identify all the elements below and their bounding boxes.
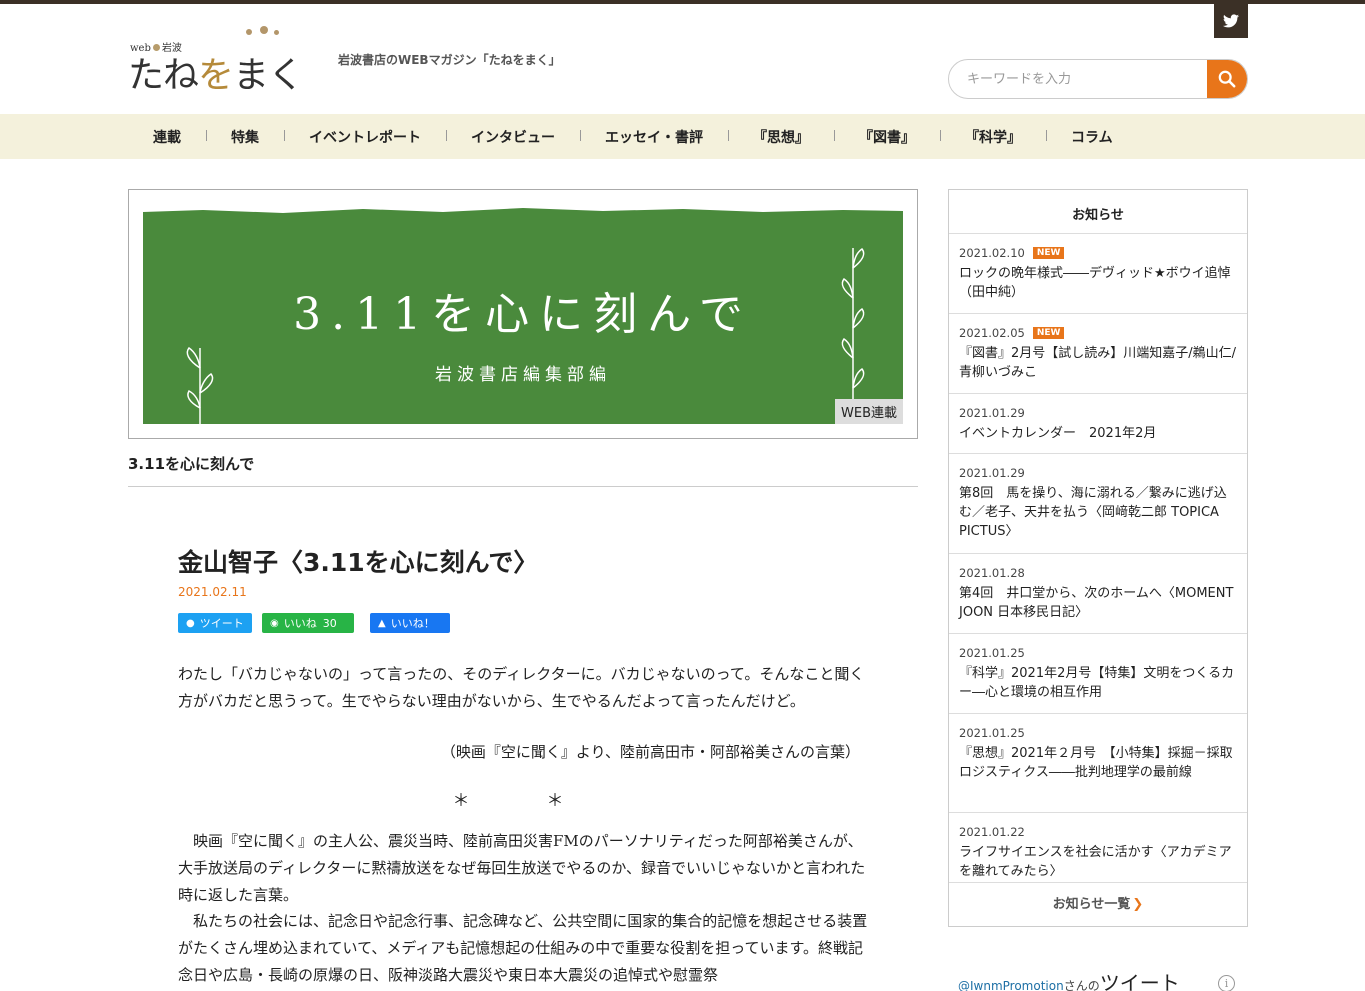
news-title: ライフサイエンスを社会に活かす〈アカデミアを離れてみたら〉 — [959, 845, 1232, 879]
twitter-feed-label: ツイート — [1099, 971, 1180, 991]
nav-item-tosho[interactable]: 『図書』 — [834, 127, 940, 147]
top-accent-bar — [0, 0, 1365, 4]
new-badge: NEW — [1032, 247, 1065, 259]
section-separator: ＊ ＊ — [452, 791, 594, 811]
twitter-feed-suffix: さんの — [1063, 979, 1100, 991]
main-nav: 連載 特集 イベントレポート インタビュー エッセイ・書評 『思想』 『図書』 … — [0, 114, 1365, 159]
news-title: 第8回 馬を操り、海に溺れる／繋みに逃げ込む／老子、天井を払う〈岡﨑乾二郎 TO… — [959, 486, 1227, 539]
line-like-button[interactable]: ◉ いいね 30 — [262, 613, 354, 633]
news-date: 2021.01.29 — [959, 406, 1025, 420]
thumbs-up-icon: ▲ — [378, 617, 386, 629]
banner-title: 3.11を心に刻んで — [293, 289, 753, 340]
series-banner[interactable]: 3.11を心に刻んで 岩波書店編集部編 WEB連載 — [128, 189, 918, 439]
news-date: 2021.01.28 — [959, 566, 1025, 580]
news-list-label: お知らせ一覧 — [1052, 897, 1131, 912]
news-heading: お知らせ — [1072, 208, 1124, 223]
twitter-account-link[interactable]: @IwnmPromotion — [958, 979, 1064, 991]
nav-item-series[interactable]: 連載 — [128, 127, 206, 147]
news-date: 2021.01.29 — [959, 466, 1025, 480]
news-title: ロックの晩年様式――デヴィッド★ボウイ追悼（田中純） — [959, 266, 1231, 300]
search-input[interactable] — [949, 60, 1209, 98]
nav-item-kagaku[interactable]: 『科学』 — [940, 127, 1046, 147]
logo-main-text: たねをまく — [128, 55, 304, 96]
quote-citation: （映画『空に聞く』より、陸前高田市・阿部裕美さんの言葉） — [440, 743, 860, 761]
news-date: 2021.02.05 — [959, 326, 1025, 340]
news-panel: お知らせ 2021.02.10 NEW ロックの晩年様式――デヴィッド★ボウイ追悼… — [948, 189, 1248, 927]
banner-image: 3.11を心に刻んで 岩波書店編集部編 WEB連載 — [143, 208, 903, 424]
line-icon: ◉ — [270, 617, 279, 629]
line-like-count: 30 — [322, 616, 337, 630]
twitter-button[interactable] — [1214, 4, 1248, 38]
article-title: 金山智子〈3.11を心に刻んで〉 — [178, 548, 539, 577]
line-like-label: いいね — [283, 617, 317, 630]
news-title: 『科学』2021年2月号【特集】文明をつくるカー―心と環境の相互作用 — [959, 666, 1235, 700]
article-paragraph: 私たちの社会には、記念日や記念行事、記念碑など、公共空間に国家的集合的記憶を想起… — [178, 912, 868, 984]
search-button[interactable] — [1207, 60, 1247, 98]
new-badge: NEW — [1032, 327, 1065, 339]
news-item[interactable]: 2021.01.25 『思想』2021年２月号 【小特集】採掘－採取ロジスティク… — [949, 713, 1247, 812]
news-title: 第4回 井口堂から、次のホームへ〈MOMENT JOON 日本移民日記〉 — [959, 586, 1234, 620]
article-paragraph: 映画『空に聞く』の主人公、震災当時、陸前高田災害FMのパーソナリティだった阿部裕… — [178, 832, 866, 904]
news-date: 2021.01.25 — [959, 726, 1025, 740]
info-icon[interactable]: i — [1218, 975, 1235, 991]
news-date: 2021.01.22 — [959, 825, 1025, 839]
nav-item-shiso[interactable]: 『思想』 — [728, 127, 834, 147]
series-title[interactable]: 3.11を心に刻んで — [128, 453, 254, 474]
news-item[interactable]: 2021.01.29 イベントカレンダー 2021年2月 — [949, 393, 1247, 453]
article-paragraph: わたし「バカじゃないの」って言ったの、そのディレクターに。バカじゃないのって。そ… — [178, 665, 865, 710]
divider — [128, 486, 918, 487]
site-logo[interactable]: web 岩波 たねをまく — [128, 26, 308, 96]
news-date: 2021.02.10 — [959, 246, 1025, 260]
logo-seed-dot — [246, 29, 252, 35]
news-title: 『図書』2月号【試し読み】川端知嘉子/鵜山仁/青柳いづみこ — [959, 346, 1237, 380]
nav-item-interview[interactable]: インタビュー — [446, 127, 580, 147]
site-tagline: 岩波書店のWEBマガジン「たねをまく」 — [338, 53, 561, 67]
twitter-icon — [1223, 14, 1239, 28]
news-item[interactable]: 2021.01.22 ライフサイエンスを社会に活かす〈アカデミアを離れてみたら〉 — [949, 812, 1247, 892]
news-title: イベントカレンダー 2021年2月 — [959, 426, 1157, 441]
tweet-label: ツイート — [199, 617, 244, 630]
news-item[interactable]: 2021.01.25 『科学』2021年2月号【特集】文明をつくるカー―心と環境… — [949, 633, 1247, 713]
news-list-link[interactable]: お知らせ一覧 ❯ — [949, 882, 1247, 926]
news-item[interactable]: 2021.01.28 第4回 井口堂から、次のホームへ〈MOMENT JOON … — [949, 553, 1247, 633]
news-item[interactable]: 2021.02.05 NEW 『図書』2月号【試し読み】川端知嘉子/鵜山仁/青柳い… — [949, 313, 1247, 393]
twitter-feed-header: @IwnmPromotionさんのツイート — [958, 967, 1180, 991]
search-box — [948, 59, 1248, 99]
logo-seed-dot — [260, 26, 268, 34]
nav-item-column[interactable]: コラム — [1046, 127, 1138, 147]
tweet-button[interactable]: ● ツイート — [178, 613, 252, 633]
nav-item-feature[interactable]: 特集 — [206, 127, 284, 147]
news-title: 『思想』2021年２月号 【小特集】採掘－採取ロジスティクス――批判地理学の最前… — [959, 746, 1233, 780]
nav-item-essay[interactable]: エッセイ・書評 — [580, 127, 728, 147]
facebook-like-button[interactable]: ▲ いいね！ — [370, 613, 450, 633]
logo-seed-dot — [274, 30, 279, 35]
search-icon — [1218, 70, 1236, 88]
chevron-right-icon: ❯ — [1132, 897, 1144, 912]
twitter-icon: ● — [186, 617, 195, 629]
article-date: 2021.02.11 — [178, 585, 247, 599]
news-date: 2021.01.25 — [959, 646, 1025, 660]
nav-item-event-report[interactable]: イベントレポート — [284, 127, 446, 147]
banner-subtitle: 岩波書店編集部編 — [435, 365, 611, 385]
facebook-like-label: いいね！ — [390, 617, 435, 630]
web-series-badge: WEB連載 — [835, 399, 903, 424]
news-item[interactable]: 2021.01.29 第8回 馬を操り、海に溺れる／繋みに逃げ込む／老子、天井を… — [949, 453, 1247, 553]
news-item[interactable]: 2021.02.10 NEW ロックの晩年様式――デヴィッド★ボウイ追悼（田中純） — [949, 233, 1247, 313]
